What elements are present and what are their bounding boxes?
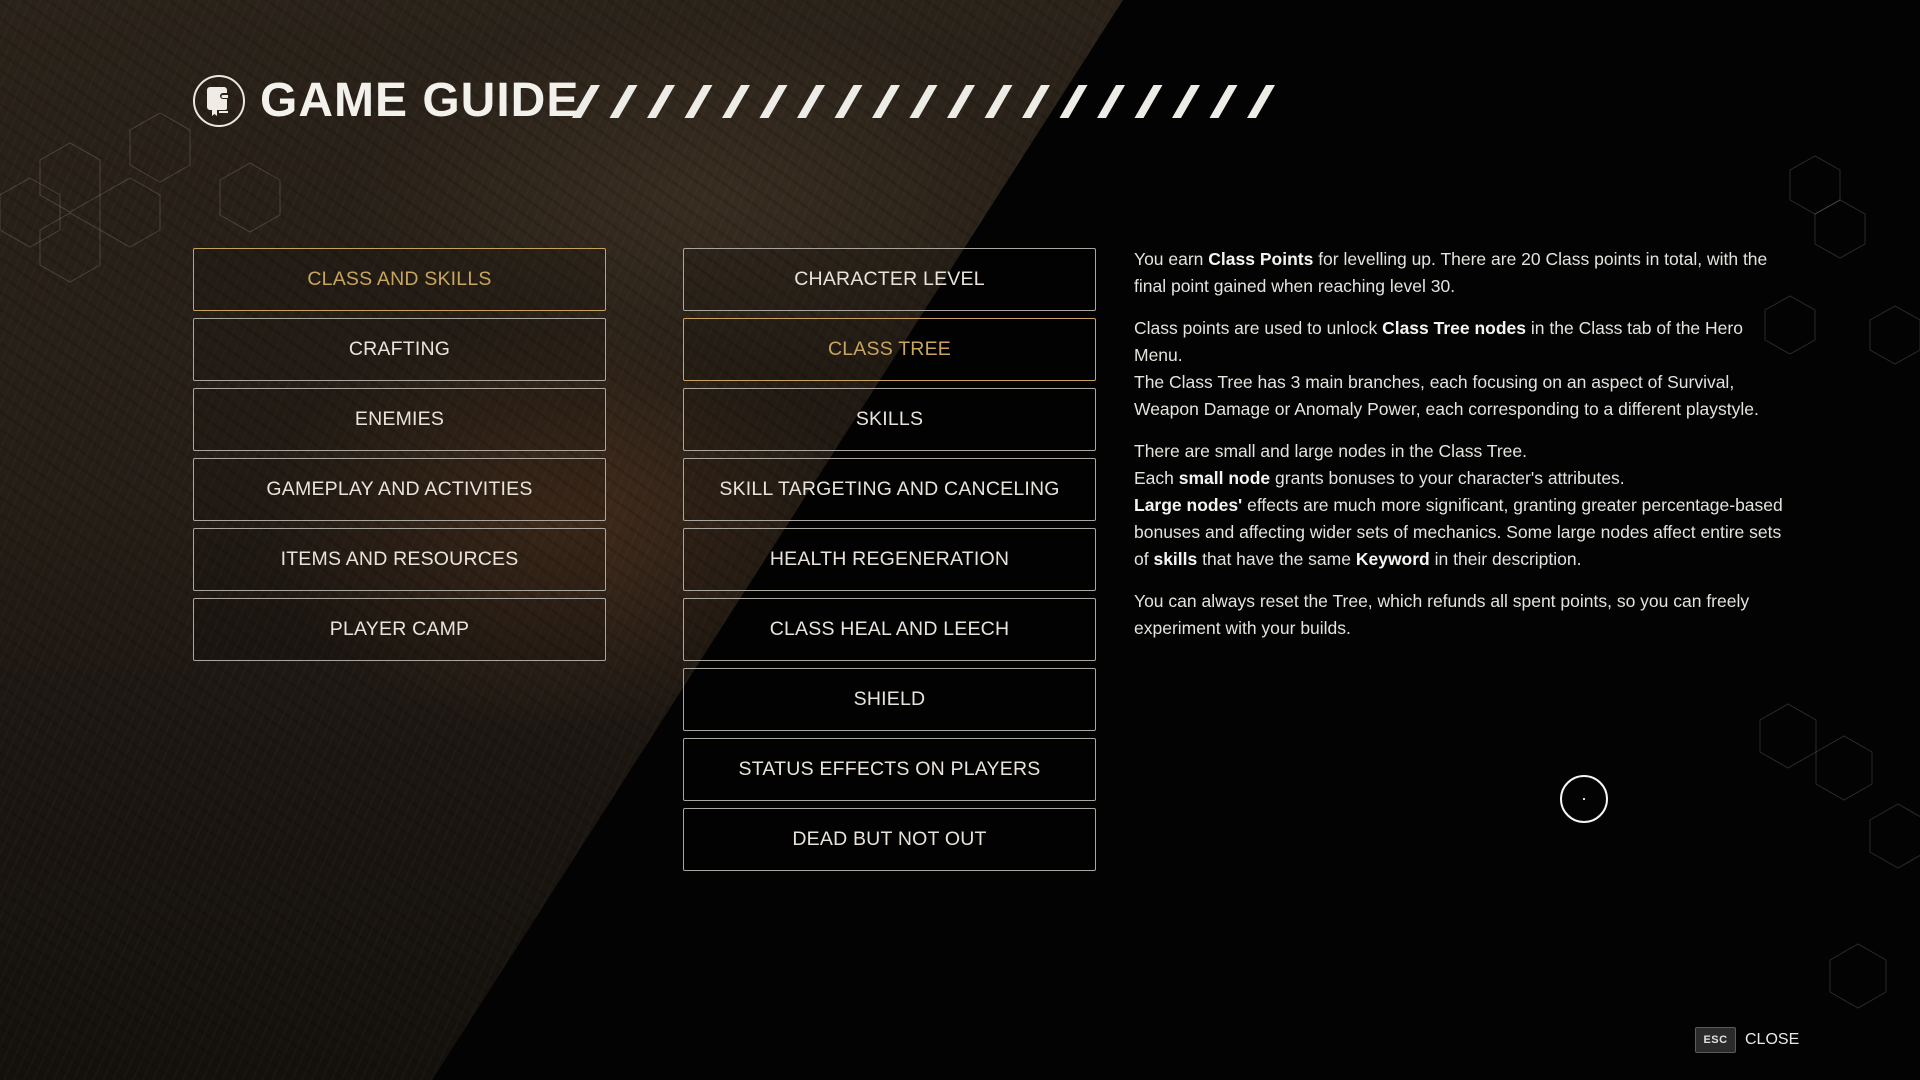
topic-description: You earn Class Points for levelling up. … [1134,246,1784,657]
page-header: GAME GUIDE [193,73,579,129]
body-text: grants bonuses to your character's attri… [1270,468,1625,488]
stripe [1209,85,1238,118]
category-button-gameplay-and-activities[interactable]: GAMEPLAY AND ACTIVITIES [193,458,606,521]
topic-button-skills[interactable]: SKILLS [683,388,1096,451]
stripe [1247,85,1275,118]
close-button[interactable]: CLOSE [1745,1031,1799,1049]
stripe [1134,85,1163,118]
stripe [909,85,938,118]
stripe [609,85,638,118]
topic-label: SHIELD [853,688,926,710]
stripe [759,85,788,118]
topic-button-shield[interactable]: SHIELD [683,668,1096,731]
description-paragraph: There are small and large nodes in the C… [1134,438,1784,573]
category-label: PLAYER CAMP [329,618,470,640]
guide-book-icon [193,75,245,127]
stripe [722,85,750,118]
body-text: There are small and large nodes in the C… [1134,441,1527,461]
topic-label: HEALTH REGENERATION [769,548,1010,570]
keyword-text: Keyword [1355,549,1430,569]
keyword-text: Class Tree nodes [1382,318,1527,338]
stripe [834,85,863,118]
topic-button-status-effects-on-players[interactable]: STATUS EFFECTS ON PLAYERS [683,738,1096,801]
topic-label: SKILLS [855,408,924,430]
body-text: Class points are used to unlock [1134,318,1383,338]
category-button-crafting[interactable]: CRAFTING [193,318,606,381]
topic-button-skill-targeting-and-canceling[interactable]: SKILL TARGETING AND CANCELING [683,458,1096,521]
esc-key-icon: ESC [1695,1027,1736,1053]
topic-label: STATUS EFFECTS ON PLAYERS [738,758,1041,780]
category-button-items-and-resources[interactable]: ITEMS AND RESOURCES [193,528,606,591]
keyword-text: small node [1178,468,1271,488]
topic-button-dead-but-not-out[interactable]: DEAD BUT NOT OUT [683,808,1096,871]
category-label: ITEMS AND RESOURCES [280,548,519,570]
body-text: in their description. [1429,549,1582,569]
category-label: CLASS AND SKILLS [307,268,492,290]
category-label: GAMEPLAY AND ACTIVITIES [266,478,533,500]
category-button-class-and-skills[interactable]: CLASS AND SKILLS [193,248,606,311]
description-paragraph: You earn Class Points for levelling up. … [1134,246,1784,300]
body-text: that have the same [1197,549,1356,569]
topic-button-class-heal-and-leech[interactable]: CLASS HEAL AND LEECH [683,598,1096,661]
body-text: The Class Tree has 3 main branches, each… [1134,372,1759,419]
body-text: Each [1134,468,1179,488]
category-button-enemies[interactable]: ENEMIES [193,388,606,451]
stripe [947,85,975,118]
description-paragraph: You can always reset the Tree, which ref… [1134,588,1784,642]
stripe [1059,85,1088,118]
category-label: CRAFTING [348,338,451,360]
stripe [984,85,1013,118]
topic-label: CLASS HEAL AND LEECH [769,618,1010,640]
stripe [684,85,713,118]
category-label: ENEMIES [354,408,445,430]
topic-label: CLASS TREE [827,338,952,360]
topic-button-character-level[interactable]: CHARACTER LEVEL [683,248,1096,311]
keyword-text: skills [1153,549,1198,569]
stripe [1022,85,1050,118]
keyword-text: Large nodes' [1134,495,1243,515]
stripe [797,85,825,118]
cursor-dot [1583,798,1585,800]
stripe [647,85,675,118]
category-button-player-camp[interactable]: PLAYER CAMP [193,598,606,661]
page-title: GAME GUIDE [260,74,580,127]
topic-button-health-regeneration[interactable]: HEALTH REGENERATION [683,528,1096,591]
topic-label: SKILL TARGETING AND CANCELING [719,478,1060,500]
stripe [572,85,600,118]
stripe [872,85,900,118]
body-text: You earn [1134,249,1209,269]
header-stripes-decoration [572,85,1275,118]
topic-label: CHARACTER LEVEL [794,268,985,290]
topic-button-class-tree[interactable]: CLASS TREE [683,318,1096,381]
keyword-text: Class Points [1208,249,1314,269]
topic-list: CHARACTER LEVEL CLASS TREE SKILLS SKILL … [683,248,1096,878]
stripe [1097,85,1125,118]
gamepad-cursor [1560,775,1608,823]
close-hint[interactable]: ESC CLOSE [1695,1027,1799,1053]
description-paragraph: Class points are used to unlock Class Tr… [1134,315,1784,423]
body-text: You can always reset the Tree, which ref… [1134,591,1750,638]
stripe [1172,85,1200,118]
category-list: CLASS AND SKILLS CRAFTING ENEMIES GAMEPL… [193,248,606,668]
topic-label: DEAD BUT NOT OUT [792,828,987,850]
